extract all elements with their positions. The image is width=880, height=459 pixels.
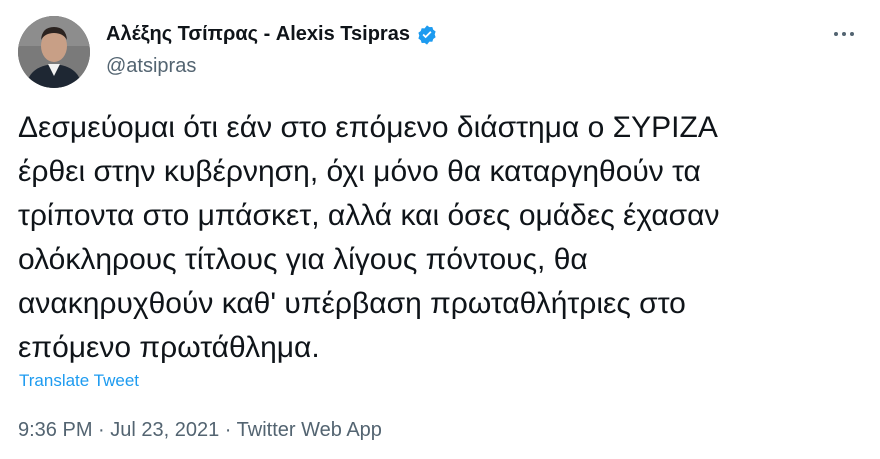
tweet-text: Δεσμεύομαι ότι εάν στο επόμενο διάστημα … (18, 106, 868, 370)
tweet-date[interactable]: Jul 23, 2021 (110, 419, 219, 441)
tweet-metadata: 9:36 PM · Jul 23, 2021 · Twitter Web App (18, 419, 382, 442)
more-dot (850, 32, 854, 36)
author-name-row[interactable]: Αλέξης Τσίπρας - Alexis Tsipras (106, 23, 438, 46)
verified-badge-icon (416, 24, 438, 46)
tweet-text-line: επόμενο πρωτάθλημα. (18, 331, 320, 364)
avatar[interactable] (18, 16, 90, 88)
more-dot (834, 32, 838, 36)
more-dot (842, 32, 846, 36)
author-handle[interactable]: @atsipras (106, 55, 196, 78)
tweet-source[interactable]: Twitter Web App (237, 419, 382, 441)
author-display-name[interactable]: Αλέξης Τσίπρας - Alexis Tsipras (106, 23, 410, 46)
tweet-text-line: έρθει στην κυβέρνηση, όχι μόνο θα καταργ… (18, 155, 701, 188)
tweet-time[interactable]: 9:36 PM (18, 419, 92, 441)
meta-separator: · (92, 419, 111, 441)
meta-separator: · (219, 419, 237, 441)
tweet-card: Αλέξης Τσίπρας - Alexis Tsipras @atsipra… (0, 0, 880, 459)
avatar-image (18, 16, 90, 88)
translate-tweet-link[interactable]: Translate Tweet (19, 371, 139, 391)
tweet-text-line: ολόκληρους τίτλους για λίγους πόντους, θ… (18, 243, 588, 276)
tweet-text-line: τρίποντα στο μπάσκετ, αλλά και όσες ομάδ… (18, 199, 720, 232)
tweet-text-line: ανακηρυχθούν καθ' υπέρβαση πρωταθλήτριες… (18, 287, 686, 320)
more-options-icon[interactable] (826, 20, 862, 48)
tweet-text-line: Δεσμεύομαι ότι εάν στο επόμενο διάστημα … (18, 111, 718, 144)
